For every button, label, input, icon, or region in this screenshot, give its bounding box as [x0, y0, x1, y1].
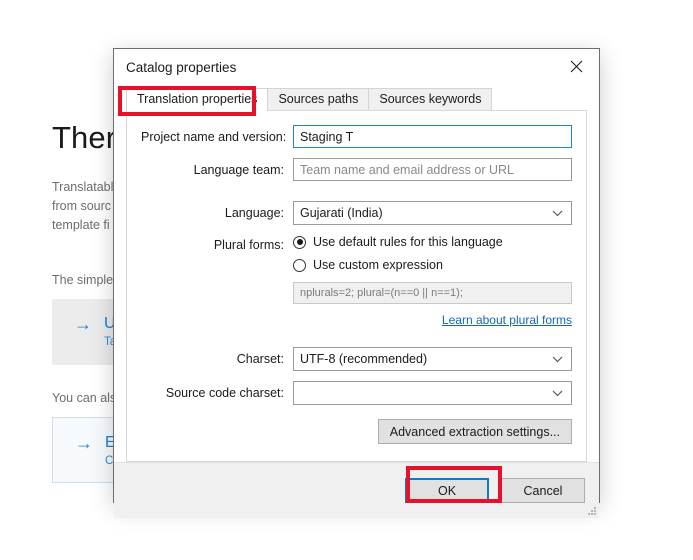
- resize-grip[interactable]: [586, 505, 596, 515]
- plural-help-link-wrap: Learn about plural forms: [293, 311, 572, 329]
- plural-default-label: Use default rules for this language: [313, 235, 503, 249]
- tab-translation-properties[interactable]: Translation properties: [126, 88, 269, 111]
- tab-sources-keywords[interactable]: Sources keywords: [368, 88, 493, 111]
- plural-forms-options: Use default rules for this language Use …: [293, 235, 572, 329]
- language-team-input[interactable]: [293, 158, 572, 181]
- source-code-charset-select[interactable]: [293, 381, 572, 405]
- language-row: Language: Gujarati (India): [141, 201, 572, 225]
- catalog-properties-dialog: Catalog properties Translation propertie…: [113, 48, 600, 518]
- advanced-extraction-settings-button[interactable]: Advanced extraction settings...: [377, 419, 572, 444]
- project-name-row: Project name and version:: [141, 125, 572, 148]
- plural-default-radio-row[interactable]: Use default rules for this language: [293, 235, 572, 249]
- chevron-down-icon: [552, 386, 563, 400]
- tab-strip: Translation properties Sources paths Sou…: [126, 87, 587, 111]
- source-code-charset-row: Source code charset:: [141, 381, 572, 405]
- charset-select[interactable]: UTF-8 (recommended): [293, 347, 572, 371]
- chevron-down-icon: [552, 352, 563, 366]
- radio-button-custom[interactable]: [293, 258, 306, 272]
- project-name-label: Project name and version:: [141, 129, 287, 144]
- dialog-titlebar: Catalog properties: [114, 49, 599, 85]
- language-team-row: Language team:: [141, 158, 572, 181]
- plural-custom-label: Use custom expression: [313, 258, 443, 272]
- language-label: Language:: [224, 206, 284, 220]
- charset-label: Charset:: [236, 352, 284, 366]
- plural-forms-row: Plural forms: Use default rules for this…: [141, 235, 572, 329]
- charset-select-value: UTF-8 (recommended): [300, 352, 428, 366]
- dialog-body: Translation properties Sources paths Sou…: [114, 85, 599, 462]
- language-team-label: Language team:: [193, 162, 284, 177]
- arrow-right-icon: →: [75, 433, 93, 453]
- close-icon[interactable]: [554, 49, 599, 84]
- plural-forms-label: Plural forms:: [213, 238, 284, 252]
- dialog-footer: OK Cancel: [114, 462, 599, 518]
- learn-about-plural-forms-link[interactable]: Learn about plural forms: [442, 313, 572, 327]
- cancel-button[interactable]: Cancel: [501, 478, 585, 503]
- source-code-charset-label: Source code charset:: [165, 386, 284, 400]
- language-select[interactable]: Gujarati (India): [293, 201, 572, 225]
- dialog-title: Catalog properties: [126, 59, 237, 75]
- tab-sources-paths[interactable]: Sources paths: [267, 88, 370, 111]
- project-name-input[interactable]: [293, 125, 572, 148]
- arrow-right-icon: →: [74, 314, 92, 334]
- language-select-value: Gujarati (India): [300, 206, 383, 220]
- charset-row: Charset: UTF-8 (recommended): [141, 347, 572, 371]
- tab-content-panel: Project name and version: Language team:…: [126, 110, 587, 462]
- advanced-settings-row: Advanced extraction settings...: [141, 419, 572, 444]
- plural-custom-radio-row[interactable]: Use custom expression: [293, 258, 572, 272]
- ok-button[interactable]: OK: [405, 478, 489, 503]
- plural-expression-input[interactable]: [293, 282, 572, 304]
- radio-button-default[interactable]: [293, 235, 306, 249]
- chevron-down-icon: [552, 206, 563, 220]
